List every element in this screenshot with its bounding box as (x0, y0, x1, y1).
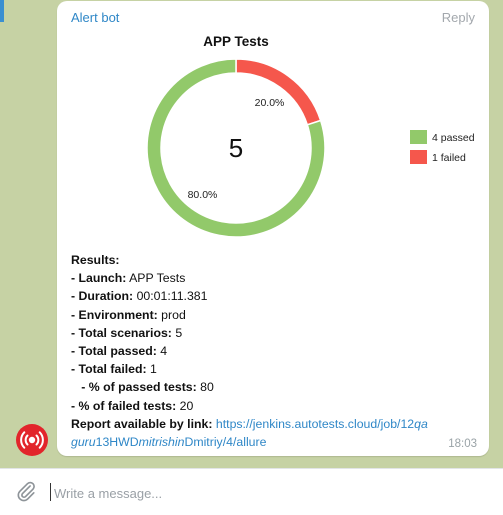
donut-chart: APP Tests 5 20.0% 80.0% 4 passed 1 failed (146, 34, 475, 238)
message-bubble: Alert bot Reply APP Tests 5 20.0% 80.0% 4… (57, 1, 489, 456)
results-text: Results: - Launch: APP Tests - Duration:… (71, 251, 483, 451)
duration-value: 00:01:11.381 (133, 289, 208, 304)
launch-label: - Launch: (71, 271, 127, 286)
slice-percent-label: 80.0% (188, 189, 218, 201)
results-heading: Results: (71, 253, 120, 267)
legend-label: 1 failed (432, 152, 466, 164)
launch-value: APP Tests (126, 271, 186, 286)
failed-label: - Total failed: (71, 362, 147, 377)
slice-percent-label: 20.0% (255, 97, 285, 109)
chat-background: Alert bot Reply APP Tests 5 20.0% 80.0% 4… (0, 0, 503, 468)
text-caret (50, 483, 51, 501)
pct-failed-label: - % of failed tests: (71, 398, 177, 413)
chart-title: APP Tests (203, 34, 269, 49)
scenarios-value: 5 (171, 325, 183, 340)
environment-value: prod (157, 307, 186, 322)
pct-passed-value: 80 (196, 380, 214, 395)
report-link-head[interactable]: https://jenkins.autotests.cloud/job/12qa (216, 417, 428, 431)
legend-label: 4 passed (432, 132, 475, 144)
report-label: Report available by link: (71, 416, 213, 431)
passed-label: - Total passed: (71, 344, 157, 359)
chat-edge-indicator (0, 0, 4, 22)
message-composer (0, 468, 503, 515)
message-time: 18:03 (448, 438, 477, 450)
legend-swatch (410, 130, 427, 144)
scenarios-label: - Total scenarios: (71, 325, 172, 340)
pct-passed-label: - % of passed tests: (71, 380, 197, 395)
failed-value: 1 (146, 362, 157, 377)
duration-label: - Duration: (71, 289, 134, 304)
bot-avatar[interactable] (16, 424, 48, 456)
paperclip-icon[interactable] (15, 480, 37, 502)
broadcast-icon (20, 431, 44, 449)
environment-label: - Environment: (71, 307, 158, 322)
message-input[interactable] (52, 481, 486, 505)
chart-center-label: 5 (229, 133, 243, 163)
passed-value: 4 (156, 344, 168, 359)
donut-slice-failed (235, 58, 322, 126)
legend-swatch (410, 150, 427, 164)
pct-failed-value: 20 (176, 398, 194, 413)
report-link-tail[interactable]: guru13HWDmitrishinDmitriy/4/allure (71, 435, 266, 449)
